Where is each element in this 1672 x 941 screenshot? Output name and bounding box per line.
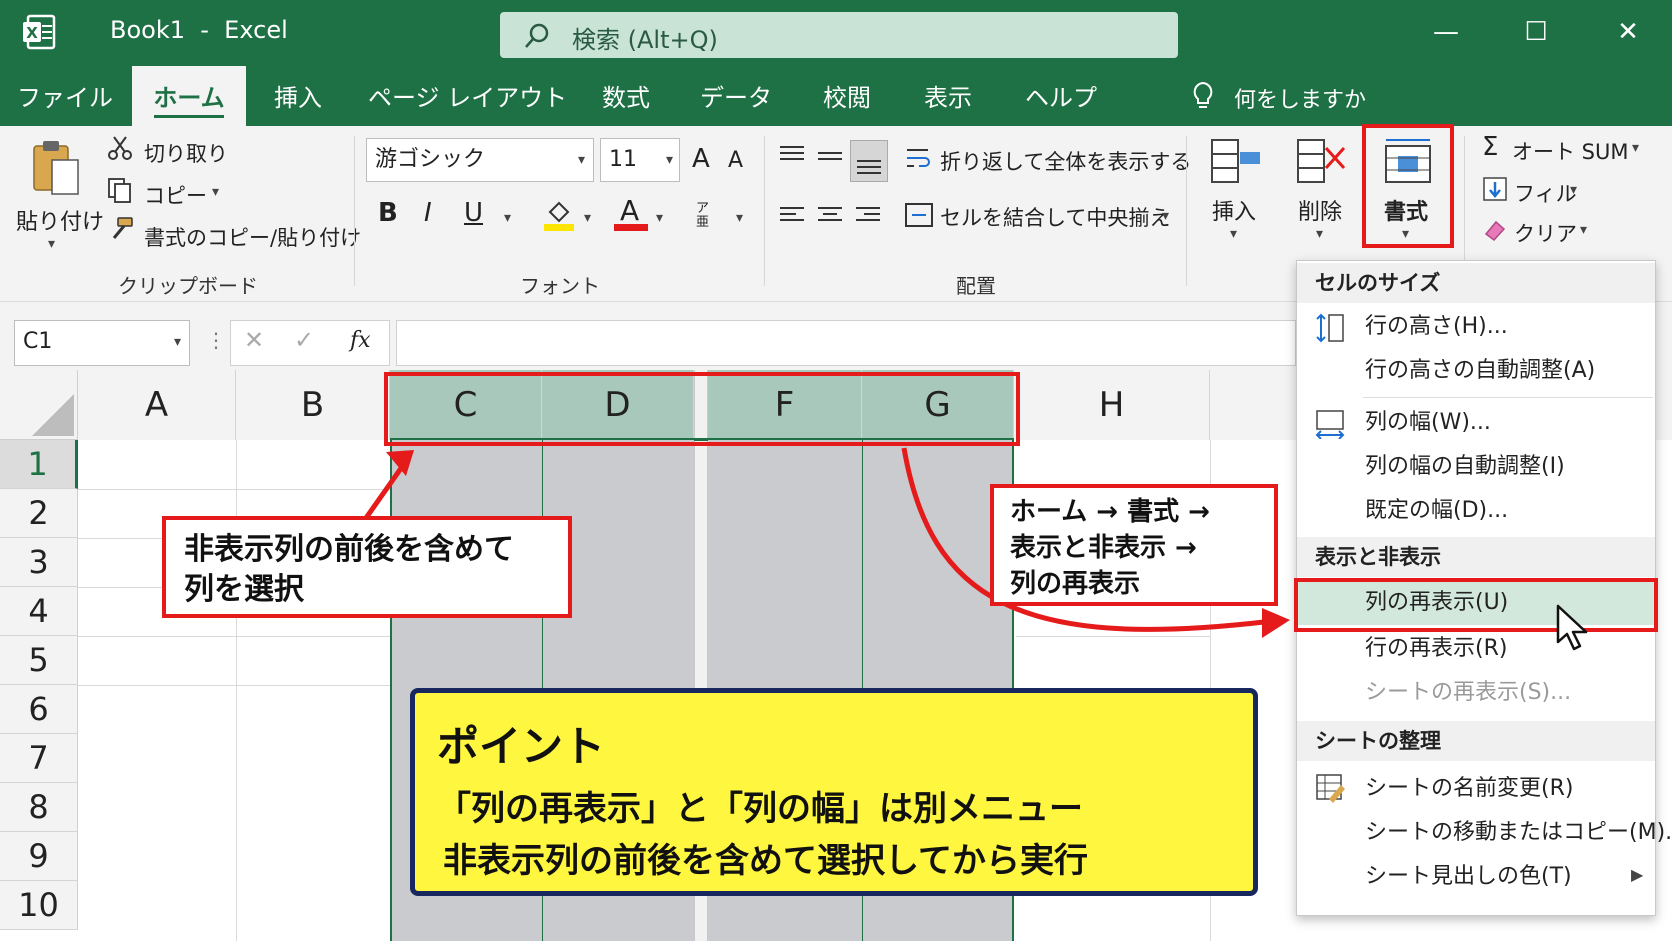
menu-move-copy-sheet[interactable]: シートの移動またはコピー(M)... bbox=[1297, 811, 1672, 855]
callout-menu-path: ホーム → 書式 → 表示と非表示 → 列の再表示 bbox=[990, 484, 1278, 606]
menu-divider bbox=[1363, 397, 1653, 398]
menu-unhide-sheet: シートの再表示(S)... bbox=[1365, 680, 1572, 705]
menu-column-autofit[interactable]: 列の幅の自動調整(I) bbox=[1297, 445, 1655, 489]
menu-default-width[interactable]: 既定の幅(D)... bbox=[1297, 489, 1655, 533]
callout-left-line2: 列を選択 bbox=[184, 572, 304, 607]
menu-row-autofit[interactable]: 行の高さの自動調整(A) bbox=[1297, 349, 1655, 393]
menu-header-cell-size: セルのサイズ bbox=[1297, 263, 1655, 303]
menu-header-visibility: 表示と非表示 bbox=[1297, 537, 1655, 577]
menu-unhide-rows[interactable]: 行の再表示(R) bbox=[1297, 627, 1655, 671]
submenu-arrow-icon: ▶ bbox=[1631, 865, 1644, 884]
excel-window: X Book1 - Excel 検索 (Alt+Q) — ☐ ✕ ファイル ホー… bbox=[0, 0, 1672, 941]
unhide-columns-highlight bbox=[1294, 578, 1658, 632]
menu-rename-sheet[interactable]: シートの名前変更(R) bbox=[1297, 767, 1655, 811]
menu-column-width[interactable]: 列の幅(W)... bbox=[1297, 401, 1655, 445]
menu-tab-color[interactable]: シート見出しの色(T) bbox=[1297, 855, 1655, 899]
callout-right-line3: 列の再表示 bbox=[1010, 569, 1141, 599]
point-note-box: ポイント 「列の再表示」と「列の幅」は別メニュー 非表示列の前後を含めて選択して… bbox=[410, 688, 1258, 896]
callout-right-line2: 表示と非表示 → bbox=[1010, 533, 1197, 563]
menu-header-organize: シートの整理 bbox=[1297, 721, 1655, 761]
menu-row-height[interactable]: 行の高さ(H)... bbox=[1297, 305, 1655, 349]
callout-left-line1: 非表示列の前後を含めて bbox=[184, 532, 514, 567]
callout-right-line1: ホーム → 書式 → bbox=[1010, 497, 1210, 527]
callout-select-columns: 非表示列の前後を含めて 列を選択 bbox=[162, 516, 572, 618]
point-line2: 非表示列の前後を含めて選択してから実行 bbox=[443, 841, 1088, 881]
point-title: ポイント bbox=[437, 722, 606, 771]
point-line1: 「列の再表示」と「列の幅」は別メニュー bbox=[437, 789, 1083, 829]
mouse-cursor-icon bbox=[1556, 604, 1588, 651]
